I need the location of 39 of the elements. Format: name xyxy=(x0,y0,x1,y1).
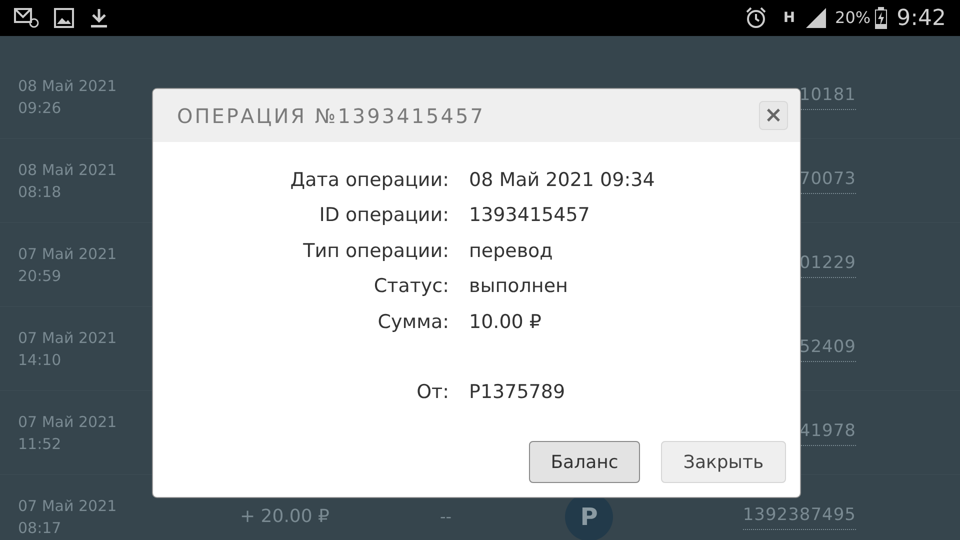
field-value: перевод xyxy=(469,238,553,264)
field-label: От: xyxy=(416,380,449,405)
field-value: 1393415457 xyxy=(469,203,590,228)
dialog-title: ОПЕРАЦИЯ №1393415457 xyxy=(177,102,485,130)
field-label: ID операции: xyxy=(318,203,449,228)
network-type: H xyxy=(783,8,796,28)
operation-date: 07 Май 2021 xyxy=(18,412,118,432)
operation-time: 14:10 xyxy=(18,350,62,370)
field-value: 10.00 ₽ xyxy=(469,310,542,334)
operation-time: 08:17 xyxy=(18,518,62,538)
field-value: 08 Май 2021 09:34 xyxy=(469,168,655,192)
clock: 9:42 xyxy=(896,4,946,32)
operation-amount: + 20.00 ₽ xyxy=(240,506,330,527)
operation-date: 08 Май 2021 xyxy=(18,160,118,180)
field-label: Сумма: xyxy=(376,310,449,334)
operation-number: 1392387495 xyxy=(742,503,856,530)
operation-time: 08:18 xyxy=(18,182,62,202)
field-value: P1375789 xyxy=(469,380,566,405)
field-label: Дата операции: xyxy=(289,168,449,192)
operation-date: 08 Май 2021 xyxy=(18,76,118,96)
operation-time: 11:52 xyxy=(18,434,62,454)
dialog-button[interactable]: Баланс xyxy=(529,441,640,483)
alarm-icon xyxy=(745,7,768,29)
operation-sender: -- xyxy=(440,506,452,526)
operation-date: 07 Май 2021 xyxy=(18,244,118,264)
field-value: выполнен xyxy=(469,274,568,299)
operation-time: 20:59 xyxy=(18,266,62,286)
field-label: Тип операции: xyxy=(302,238,449,264)
email-notification-icon xyxy=(14,7,40,29)
download-icon xyxy=(90,8,108,28)
close-button[interactable]: × xyxy=(759,101,788,130)
battery-percent: 20% xyxy=(835,7,871,29)
signal-icon xyxy=(805,7,828,29)
field-label: Статус: xyxy=(372,274,449,299)
battery-charging-icon xyxy=(874,7,887,29)
operation-date: 07 Май 2021 xyxy=(18,328,118,348)
operation-date: 07 Май 2021 xyxy=(18,496,118,516)
image-icon xyxy=(54,8,74,28)
dialog-button[interactable]: Закрыть xyxy=(661,441,786,483)
